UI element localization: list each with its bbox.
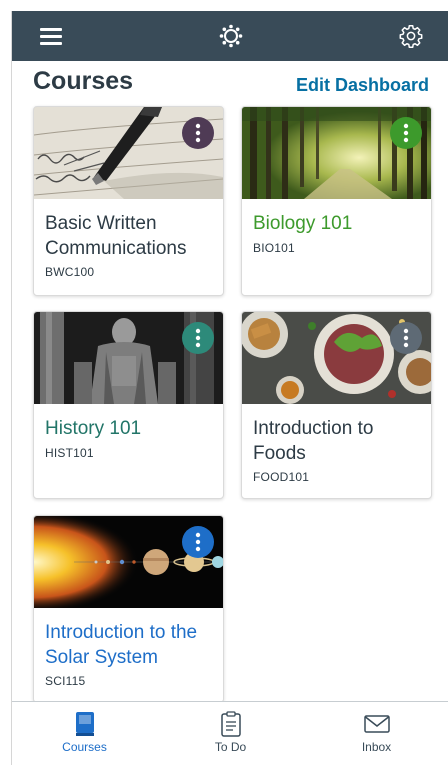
course-name: Introduction to the Solar System <box>45 622 198 668</box>
course-name: Biology 101 <box>253 213 353 234</box>
more-options-icon <box>195 328 201 348</box>
course-code: FOOD101 <box>253 470 310 484</box>
more-options-icon <box>403 123 409 143</box>
course-card[interactable]: History 101 HIST101 <box>33 311 224 499</box>
course-name: History 101 <box>45 418 142 439</box>
top-nav-bar <box>12 11 448 61</box>
course-options-button[interactable] <box>182 117 214 149</box>
more-options-icon <box>195 532 201 552</box>
tab-courses[interactable]: Courses <box>12 702 157 765</box>
courses-book-icon <box>75 712 94 736</box>
canvas-logo-icon <box>219 24 243 48</box>
tab-label: Courses <box>62 740 107 754</box>
course-card[interactable]: Introduction to Foods FOOD101 <box>241 311 432 499</box>
course-options-button[interactable] <box>182 322 214 354</box>
course-code: BIO101 <box>253 241 295 255</box>
more-options-icon <box>195 123 201 143</box>
more-options-icon <box>403 328 409 348</box>
course-name: Introduction to Foods <box>253 418 374 464</box>
hamburger-icon[interactable] <box>39 24 63 48</box>
course-options-button[interactable] <box>182 526 214 558</box>
course-code: BWC100 <box>45 265 95 279</box>
app-frame: Courses Edit Dashboard Basic Written Com… <box>11 11 448 765</box>
clipboard-icon <box>220 711 241 737</box>
tab-todo[interactable]: To Do <box>158 702 303 765</box>
course-code: HIST101 <box>45 446 94 460</box>
course-name: Basic Written Communications <box>45 213 187 259</box>
tab-label: Inbox <box>361 740 392 754</box>
tab-inbox[interactable]: Inbox <box>304 702 448 765</box>
course-code: SCI115 <box>45 674 86 688</box>
tab-label: To Do <box>214 740 247 754</box>
gear-icon[interactable] <box>399 24 423 48</box>
course-card[interactable]: Biology 101 BIO101 <box>241 106 432 296</box>
course-card[interactable]: Introduction to the Solar System SCI115 <box>33 515 224 703</box>
course-options-button[interactable] <box>390 117 422 149</box>
course-card[interactable]: Basic Written Communications BWC100 <box>33 106 224 296</box>
page-title: Courses <box>33 67 134 95</box>
bottom-tab-bar: Courses To Do Inbox <box>12 701 448 765</box>
envelope-icon <box>363 715 390 733</box>
edit-dashboard-link[interactable]: Edit Dashboard <box>296 75 429 96</box>
course-options-button[interactable] <box>390 322 422 354</box>
